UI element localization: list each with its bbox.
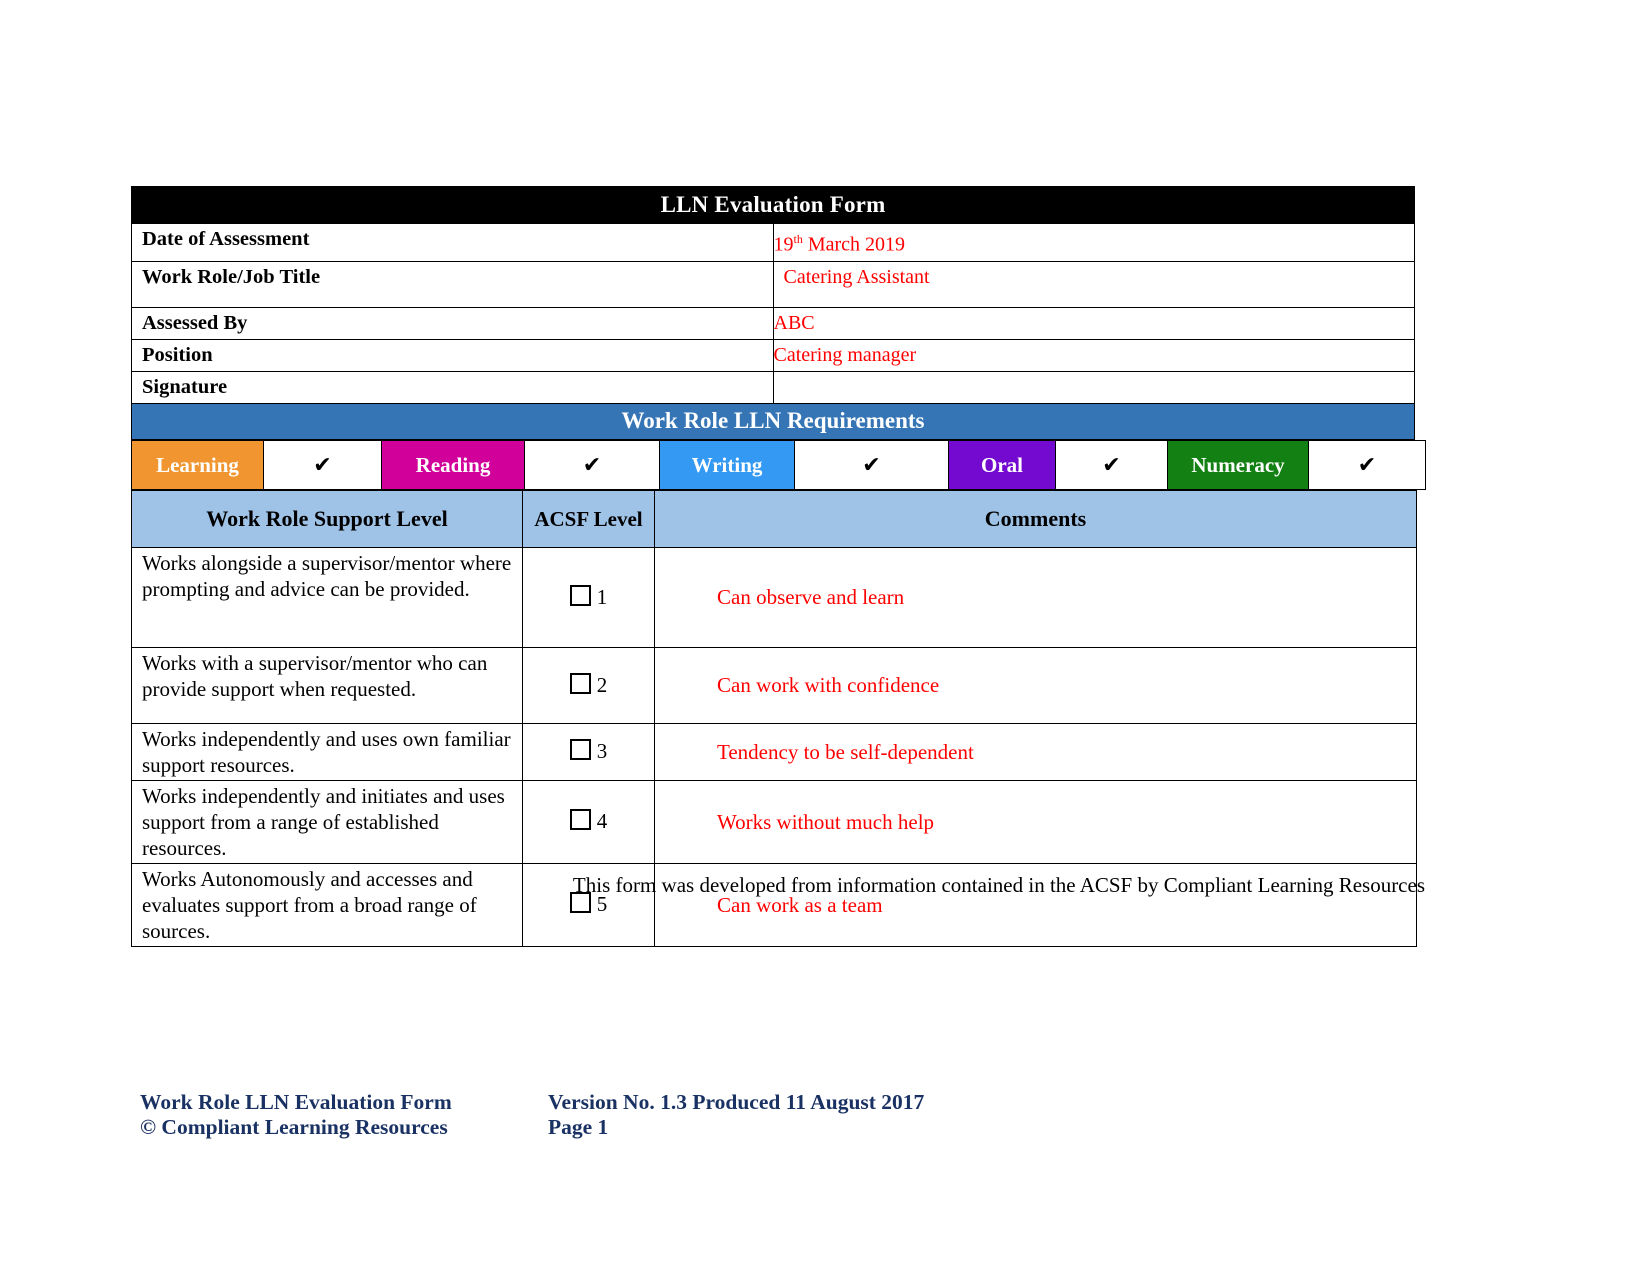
checkbox-icon[interactable] bbox=[569, 584, 591, 606]
requirements-section-row: Work Role LLN Requirements bbox=[131, 402, 1415, 440]
comment-cell[interactable]: Can work with confidence bbox=[654, 646, 1417, 724]
support-level-description: Works alongside a supervisor/mentor wher… bbox=[131, 546, 523, 648]
form-source-note: This form was developed from information… bbox=[572, 873, 1425, 897]
skill-checkbox-oral[interactable]: ✔ bbox=[1055, 439, 1168, 490]
label-work-role-job-title: Work Role/Job Title bbox=[131, 260, 774, 308]
label-signature: Signature bbox=[131, 370, 774, 404]
section-title-work-role-lln-requirements: Work Role LLN Requirements bbox=[131, 402, 1415, 440]
footer-version: Version No. 1.3 Produced 11 August 2017 bbox=[548, 1090, 925, 1114]
acsf-level-number: 1 bbox=[596, 584, 608, 609]
value-assessed-by[interactable]: ABC bbox=[772, 306, 1415, 340]
checkbox-icon[interactable] bbox=[569, 672, 591, 694]
skill-checkbox-numeracy[interactable]: ✔ bbox=[1308, 439, 1426, 490]
footer-copyright: © Compliant Learning Resources bbox=[140, 1115, 448, 1139]
date-ordinal-suffix: th bbox=[793, 232, 803, 246]
table-row-assessed-by: Assessed By ABC bbox=[131, 306, 1415, 340]
checkbox-icon[interactable] bbox=[569, 739, 591, 761]
skill-label-learning: Learning bbox=[131, 439, 264, 490]
form-title-row: LLN Evaluation Form bbox=[131, 186, 1415, 224]
table-row-position: Position Catering manager bbox=[131, 338, 1415, 372]
checkbox-icon[interactable] bbox=[569, 809, 591, 831]
value-work-role-job-title[interactable]: Catering Assistant bbox=[772, 260, 1415, 308]
lln-evaluation-form: LLN Evaluation Form Date of Assessment 1… bbox=[131, 186, 1426, 947]
table-row-date-of-assessment: Date of Assessment 19th March 2019 bbox=[131, 223, 1415, 262]
page-title: LLN Evaluation Form bbox=[131, 186, 1415, 224]
date-day: 19 bbox=[773, 233, 794, 256]
date-month-year: March 2019 bbox=[802, 233, 906, 256]
table-row: Works with a supervisor/mentor who can p… bbox=[131, 646, 1417, 724]
acsf-level-cell[interactable]: 1 bbox=[522, 546, 655, 648]
table-row: Works alongside a supervisor/mentor wher… bbox=[131, 546, 1417, 648]
skill-checkbox-reading[interactable]: ✔ bbox=[524, 439, 660, 490]
skill-label-writing: Writing bbox=[659, 439, 795, 490]
acsf-level-cell[interactable]: 4 bbox=[522, 779, 655, 864]
table-row-signature: Signature bbox=[131, 370, 1415, 404]
acsf-level-number: 2 bbox=[596, 672, 608, 697]
column-header-comments: Comments bbox=[654, 489, 1417, 548]
column-header-work-role-support-level: Work Role Support Level bbox=[131, 489, 523, 548]
footer-form-name: Work Role LLN Evaluation Form bbox=[140, 1090, 452, 1114]
acsf-level-cell[interactable]: 3 bbox=[522, 722, 655, 781]
label-position: Position bbox=[131, 338, 774, 372]
document-page: LLN Evaluation Form Date of Assessment 1… bbox=[0, 0, 1650, 1275]
label-assessed-by: Assessed By bbox=[131, 306, 774, 340]
value-date-of-assessment[interactable]: 19th March 2019 bbox=[772, 223, 1415, 262]
footer-line-1: Work Role LLN Evaluation Form Version No… bbox=[140, 1090, 1068, 1115]
label-date-of-assessment: Date of Assessment bbox=[131, 223, 774, 262]
footer-line-2: © Compliant Learning Resources Page 1 bbox=[140, 1115, 1068, 1140]
comment-cell[interactable]: Works without much help bbox=[654, 779, 1417, 864]
work-role-text: Catering Assistant bbox=[783, 265, 930, 288]
table-row: Works independently and uses own familia… bbox=[131, 722, 1417, 781]
skill-label-numeracy: Numeracy bbox=[1167, 439, 1309, 490]
footer-page-number: Page 1 bbox=[548, 1115, 609, 1139]
skill-label-reading: Reading bbox=[381, 439, 525, 490]
support-level-description: Works independently and initiates and us… bbox=[131, 779, 523, 864]
column-header-acsf-level: ACSF Level bbox=[522, 489, 655, 548]
acsf-level-number: 4 bbox=[596, 809, 608, 834]
table-row: Works independently and initiates and us… bbox=[131, 779, 1417, 864]
skill-checkbox-learning[interactable]: ✔ bbox=[263, 439, 382, 490]
acsf-level-cell[interactable]: 2 bbox=[522, 646, 655, 724]
acsf-level-number: 3 bbox=[596, 739, 608, 764]
lln-skills-row: Learning ✔ Reading ✔ Writing ✔ Oral ✔ Nu… bbox=[131, 439, 1426, 490]
table-row-work-role: Work Role/Job Title Catering Assistant bbox=[131, 260, 1415, 308]
skill-label-oral: Oral bbox=[948, 439, 1056, 490]
comment-cell[interactable]: Tendency to be self-dependent bbox=[654, 722, 1417, 781]
skill-checkbox-writing[interactable]: ✔ bbox=[794, 439, 949, 490]
comment-cell[interactable]: Can observe and learn bbox=[654, 546, 1417, 648]
value-position[interactable]: Catering manager bbox=[772, 338, 1415, 372]
support-level-description: Works with a supervisor/mentor who can p… bbox=[131, 646, 523, 724]
page-footer: Work Role LLN Evaluation Form Version No… bbox=[140, 1090, 1068, 1140]
value-signature[interactable] bbox=[772, 370, 1415, 404]
support-level-header-row: Work Role Support Level ACSF Level Comme… bbox=[131, 489, 1417, 548]
assessment-details-table: LLN Evaluation Form Date of Assessment 1… bbox=[131, 186, 1415, 440]
support-level-description: Works independently and uses own familia… bbox=[131, 722, 523, 781]
